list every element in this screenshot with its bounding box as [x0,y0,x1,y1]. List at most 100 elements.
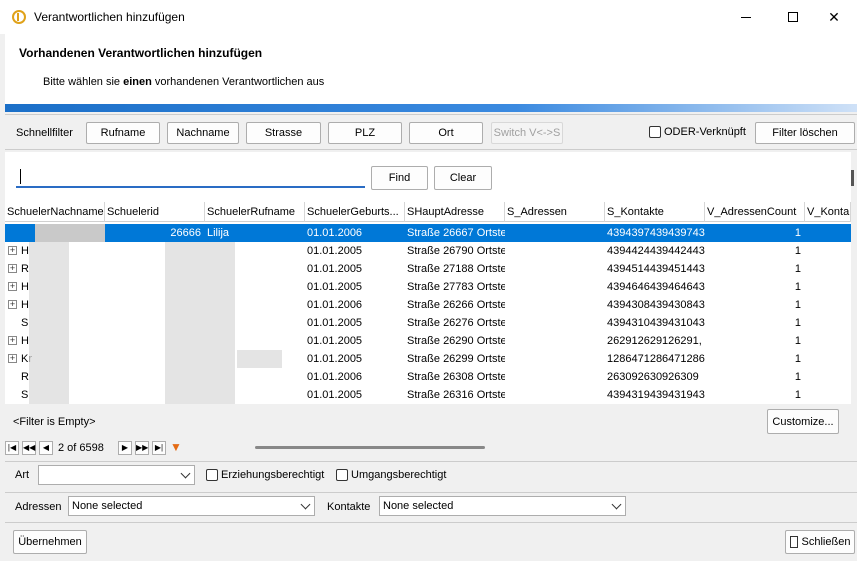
art-dropdown[interactable] [38,465,195,485]
expand-row-icon[interactable]: + [8,336,17,345]
redacted-name [29,332,69,350]
pager-position: 2 of 6598 [58,442,104,454]
column-header-adressen[interactable]: S_Adressen [505,202,605,222]
oder-checkbox-box[interactable] [649,126,661,138]
column-header-hauptadresse[interactable]: SHauptAdresse [405,202,505,222]
filter-nachname-button[interactable]: Nachname [167,122,239,144]
table-row[interactable]: + R 01.01.2005 Straße 27188 Ortste 439451443… [5,260,851,278]
column-header-nachname[interactable]: SchuelerNachname [5,202,105,222]
column-header-schuelerid[interactable]: Schuelerid [105,202,205,222]
cell-kontakte: 1286471286471286 [607,353,705,365]
cell-adresse: Straße 26316 Ortste [407,389,505,401]
filter-strasse-button[interactable]: Strasse [246,122,321,144]
minimize-icon [741,16,751,18]
chevron-down-icon [611,499,622,510]
next-page-icon[interactable]: ▶ [118,441,132,455]
table-row[interactable]: 26666 Lilija 01.01.2006 Straße 26667 Ortste… [5,224,851,242]
close-dialog-label: Schließen [801,536,851,548]
expand-row-icon[interactable]: + [8,246,17,255]
column-header-adressencount[interactable]: V_AdressenCount [705,202,805,222]
column-header-kontakte[interactable]: S_Kontakte [605,202,705,222]
switch-button[interactable]: Switch V<->S [491,122,563,144]
quickfilter-label: Schnellfilter [16,127,73,139]
search-input[interactable] [16,166,365,188]
find-button[interactable]: Find [371,166,428,190]
cell-kontakte: 4394308439430843 [607,299,705,311]
clear-search-button[interactable]: Clear [434,166,492,190]
maximize-button[interactable] [770,0,816,34]
table-row[interactable]: + H 01.01.2005 Straße 26790 Ortste 439442443… [5,242,851,260]
redacted-name [29,296,69,314]
close-icon: ✕ [828,8,840,25]
vertical-scrollbar[interactable] [851,170,854,186]
cell-count: 1 [794,281,801,293]
umgangsberechtigt-checkbox-box[interactable] [336,469,348,481]
customize-button[interactable]: Customize... [767,409,839,434]
dialog-heading: Vorhandenen Verantwortlichen hinzufügen [19,46,263,60]
header-accent-bar [5,104,857,112]
instruction-text-2: vorhandenen Verantwortlichen aus [151,76,325,88]
prev-page-icon[interactable]: ◀ [39,441,53,455]
table-row[interactable]: + H 01.01.2005 Straße 26290 Ortste 262912629… [5,332,851,350]
cell-adresse: Straße 26276 Ortste [407,317,505,329]
quickfilter-bar: Schnellfilter Rufname Nachname Strasse P… [5,114,857,150]
redacted-name [35,224,105,242]
apply-button[interactable]: Übernehmen [13,530,87,554]
table-row[interactable]: + Kr 01.01.2005 Straße 26299 Ortste 12864712… [5,350,851,368]
table-row[interactable]: + H 01.01.2005 Straße 27783 Ortste 439464643… [5,278,851,296]
redacted-name [29,260,69,278]
umgangsberechtigt-checkbox[interactable]: Umgangsberechtigt [336,469,446,481]
expand-row-icon[interactable]: + [8,354,17,363]
oder-checkbox-label: ODER-Verknüpft [664,126,746,138]
results-grid: SchuelerNachname Schuelerid SchuelerRufn… [5,202,851,404]
column-header-geburtsdatum[interactable]: SchuelerGeburts... [305,202,405,222]
filter-ort-button[interactable]: Ort [409,122,483,144]
redacted-id [165,368,235,386]
redacted-id [165,386,235,404]
cell-adresse: Straße 26299 Ortste [407,353,505,365]
column-header-kontakte-count[interactable]: V_Konta [805,202,851,222]
text-caret [20,169,21,184]
adressen-dropdown[interactable]: None selected [68,496,315,516]
redacted-id [165,296,235,314]
cell-kontakte: 4394514439451443 [607,263,705,275]
expand-row-icon[interactable]: + [8,300,17,309]
close-dialog-button[interactable]: Schließen [785,530,855,554]
table-row[interactable]: S 01.01.2005 Straße 26276 Ortste 4394310439… [5,314,851,332]
close-button[interactable]: ✕ [811,0,857,34]
cell-geburt: 01.01.2005 [307,335,363,347]
clear-filter-button[interactable]: Filter löschen [755,122,855,144]
expand-row-icon[interactable]: + [8,282,17,291]
filter-funnel-icon[interactable]: ▼ [169,441,183,455]
erziehungsberechtigt-checkbox[interactable]: Erziehungsberechtigt [206,469,324,481]
redacted-name [29,242,69,260]
oder-checkbox[interactable]: ODER-Verknüpft [649,126,746,138]
cell-count: 1 [794,245,801,257]
erziehungsberechtigt-label: Erziehungsberechtigt [221,469,325,481]
filter-plz-button[interactable]: PLZ [328,122,402,144]
erziehungsberechtigt-checkbox-box[interactable] [206,469,218,481]
minimize-button[interactable] [723,0,769,34]
cell-count: 1 [794,389,801,401]
maximize-icon [788,12,798,22]
grid-footer: <Filter is Empty> Customize... [5,404,851,440]
kontakte-dropdown[interactable]: None selected [379,496,626,516]
cell-kontakte: 4394646439464643 [607,281,705,293]
cell-geburt: 01.01.2006 [307,227,363,239]
cell-kontakte: 263092630926309 [607,371,699,383]
column-header-rufname[interactable]: SchuelerRufname [205,202,305,222]
cell-adresse: Straße 26790 Ortste [407,245,505,257]
table-row[interactable]: R 01.01.2006 Straße 26308 Ortste 2630926309… [5,368,851,386]
expand-row-icon[interactable]: + [8,264,17,273]
table-row[interactable]: + H 01.01.2006 Straße 26266 Ortste 439430843… [5,296,851,314]
window-titlebar: Verantwortlichen hinzufügen ✕ [0,0,857,34]
table-row[interactable]: S 01.01.2005 Straße 26316 Ortste 4394319439… [5,386,851,404]
horizontal-scrollbar[interactable] [255,446,485,449]
cell-kontakte: 4394397439439743 [607,227,705,239]
cell-geburt: 01.01.2005 [307,245,363,257]
prev-page-block-icon[interactable]: ◀◀ [22,441,36,455]
next-page-block-icon[interactable]: ▶▶ [135,441,149,455]
filter-rufname-button[interactable]: Rufname [86,122,160,144]
last-page-icon[interactable]: ▶| [152,441,166,455]
first-page-icon[interactable]: |◀ [5,441,19,455]
